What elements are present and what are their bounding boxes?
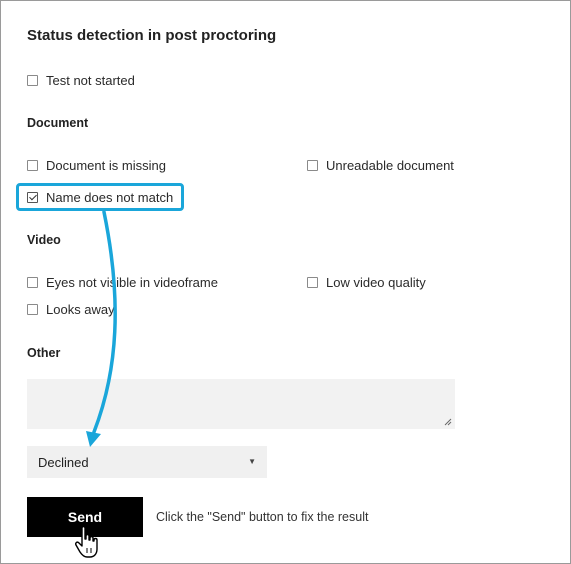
- checkbox-eyes-not-visible[interactable]: Eyes not visible in videoframe: [27, 275, 218, 290]
- checkbox-label: Low video quality: [326, 275, 426, 290]
- page-title: Status detection in post proctoring: [27, 27, 277, 44]
- caret-down-icon: ▼: [248, 457, 256, 466]
- status-select[interactable]: Declined ▼: [27, 446, 267, 478]
- checkbox-label: Unreadable document: [326, 158, 454, 173]
- checkbox-looks-away[interactable]: Looks away: [27, 302, 115, 317]
- checkbox-icon[interactable]: [27, 304, 38, 315]
- checkbox-unreadable-document[interactable]: Unreadable document: [307, 158, 454, 173]
- status-select-value: Declined: [38, 454, 89, 470]
- checkbox-test-not-started[interactable]: Test not started: [27, 73, 135, 88]
- checkbox-icon[interactable]: [307, 277, 318, 288]
- checkbox-icon[interactable]: [27, 277, 38, 288]
- other-comment-textarea[interactable]: [27, 379, 455, 429]
- checkbox-name-does-not-match[interactable]: Name does not match: [27, 190, 173, 205]
- resize-handle-icon[interactable]: [444, 418, 452, 426]
- checkbox-icon[interactable]: [27, 75, 38, 86]
- checkbox-label: Test not started: [46, 73, 135, 88]
- checkbox-label: Name does not match: [46, 190, 174, 205]
- checkbox-icon[interactable]: [307, 160, 318, 171]
- send-button[interactable]: Send: [27, 497, 143, 537]
- checkbox-checked-icon[interactable]: [27, 192, 38, 203]
- checkbox-label: Eyes not visible in videoframe: [46, 275, 218, 290]
- checkbox-label: Document is missing: [46, 158, 166, 173]
- section-heading-document: Document: [27, 116, 89, 130]
- send-hint-text: Click the "Send" button to fix the resul…: [156, 510, 369, 524]
- section-heading-other: Other: [27, 346, 61, 360]
- checkbox-document-missing[interactable]: Document is missing: [27, 158, 166, 173]
- checkbox-low-video-quality[interactable]: Low video quality: [307, 275, 426, 290]
- checkbox-icon[interactable]: [27, 160, 38, 171]
- checkbox-label: Looks away: [46, 302, 115, 317]
- section-heading-video: Video: [27, 233, 61, 247]
